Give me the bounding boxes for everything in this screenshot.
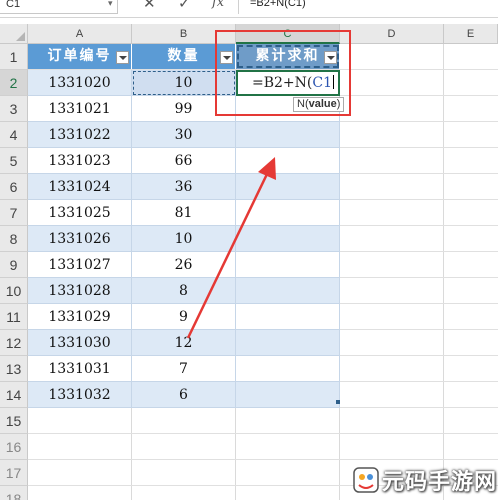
watermark-text: 元码手游网 [382, 470, 498, 495]
watermark-logo-icon [353, 467, 379, 493]
table-resize-handle[interactable] [336, 400, 340, 404]
arrow-shaft [186, 171, 270, 339]
watermark: 元码手游网 [350, 458, 498, 500]
annotation-arrow [186, 157, 276, 339]
